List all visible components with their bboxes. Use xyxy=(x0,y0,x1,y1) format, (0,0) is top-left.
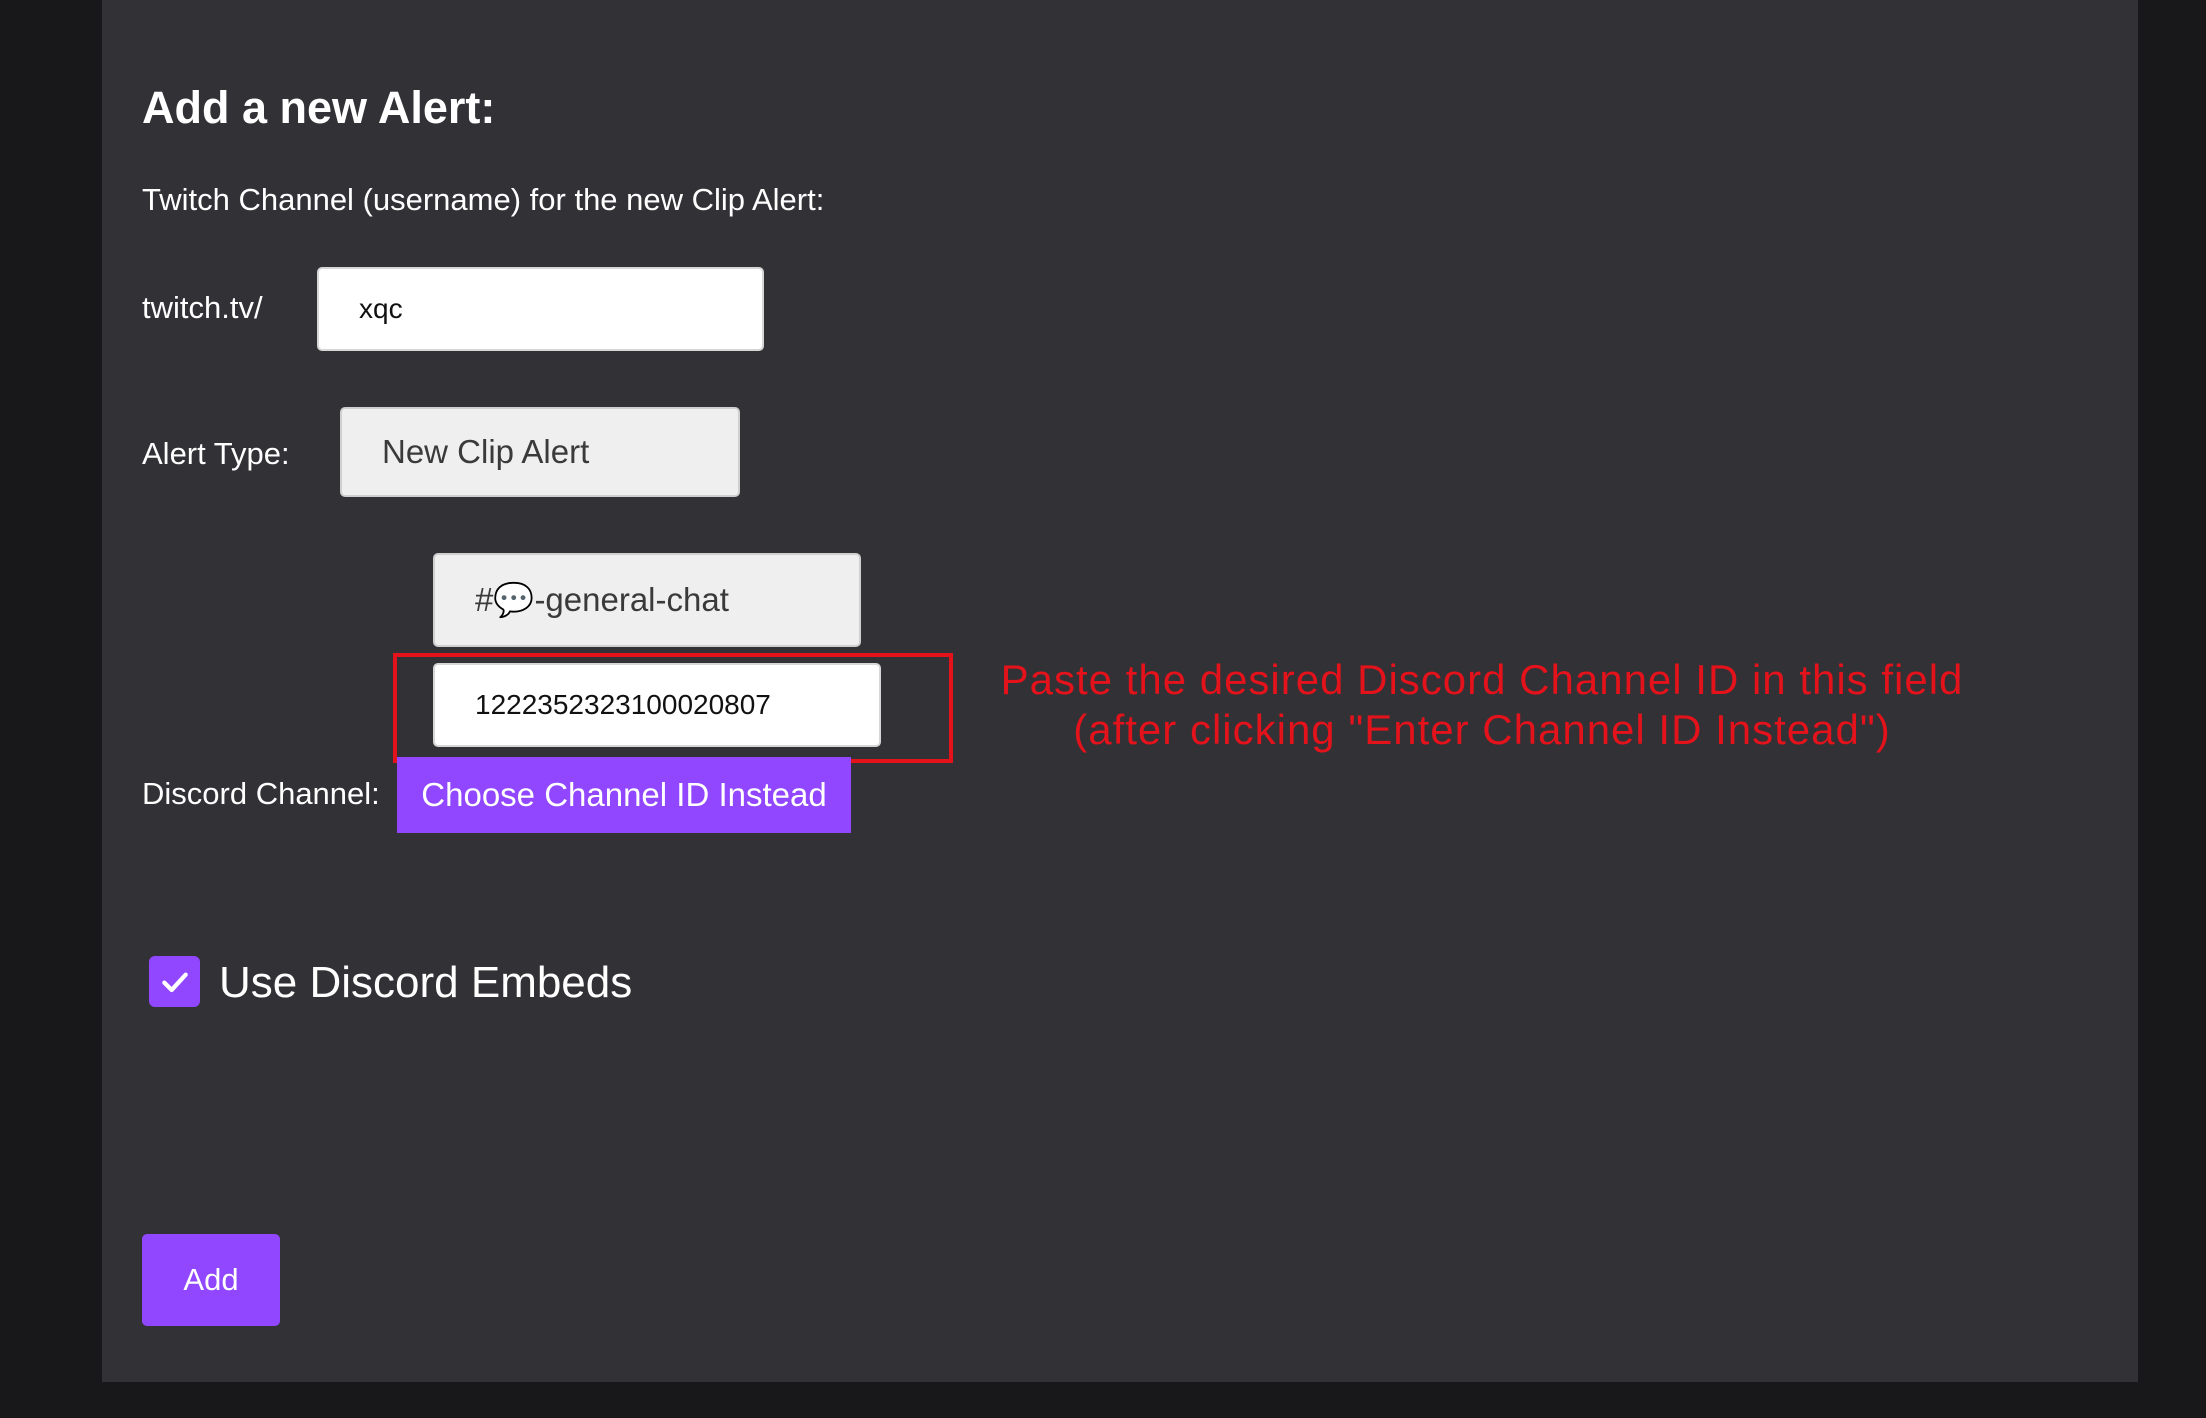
twitch-username-input[interactable]: xqc xyxy=(317,267,764,351)
choose-channel-id-button[interactable]: Choose Channel ID Instead xyxy=(397,757,851,833)
annotation-line-1: Paste the desired Discord Channel ID in … xyxy=(1000,656,1964,703)
discord-channel-select[interactable]: #💬-general-chat xyxy=(433,553,861,647)
alert-type-select[interactable]: New Clip Alert xyxy=(340,407,740,497)
annotation-line-2: (after clicking "Enter Channel ID Instea… xyxy=(1073,706,1891,753)
discord-channel-label: Discord Channel: xyxy=(142,776,380,811)
discord-channel-id-input[interactable]: 1222352323100020807 xyxy=(433,663,881,747)
discord-channel-id-value: 1222352323100020807 xyxy=(475,689,771,720)
twitch-channel-prompt: Twitch Channel (username) for the new Cl… xyxy=(142,182,825,217)
annotation-text: Paste the desired Discord Channel ID in … xyxy=(982,655,1982,755)
alert-type-value: New Clip Alert xyxy=(382,433,590,470)
twitch-username-value: xqc xyxy=(359,293,403,324)
alert-form-panel: Add a new Alert: Twitch Channel (usernam… xyxy=(102,0,2138,1382)
alert-type-label: Alert Type: xyxy=(142,436,290,471)
twitch-prefix-label: twitch.tv/ xyxy=(142,290,263,325)
checkmark-icon xyxy=(161,972,188,992)
page-title: Add a new Alert: xyxy=(142,82,496,133)
discord-channel-select-value: #💬-general-chat xyxy=(475,580,729,618)
add-button[interactable]: Add xyxy=(142,1234,280,1326)
use-embeds-checkbox[interactable] xyxy=(149,956,200,1007)
use-embeds-label: Use Discord Embeds xyxy=(219,958,633,1007)
